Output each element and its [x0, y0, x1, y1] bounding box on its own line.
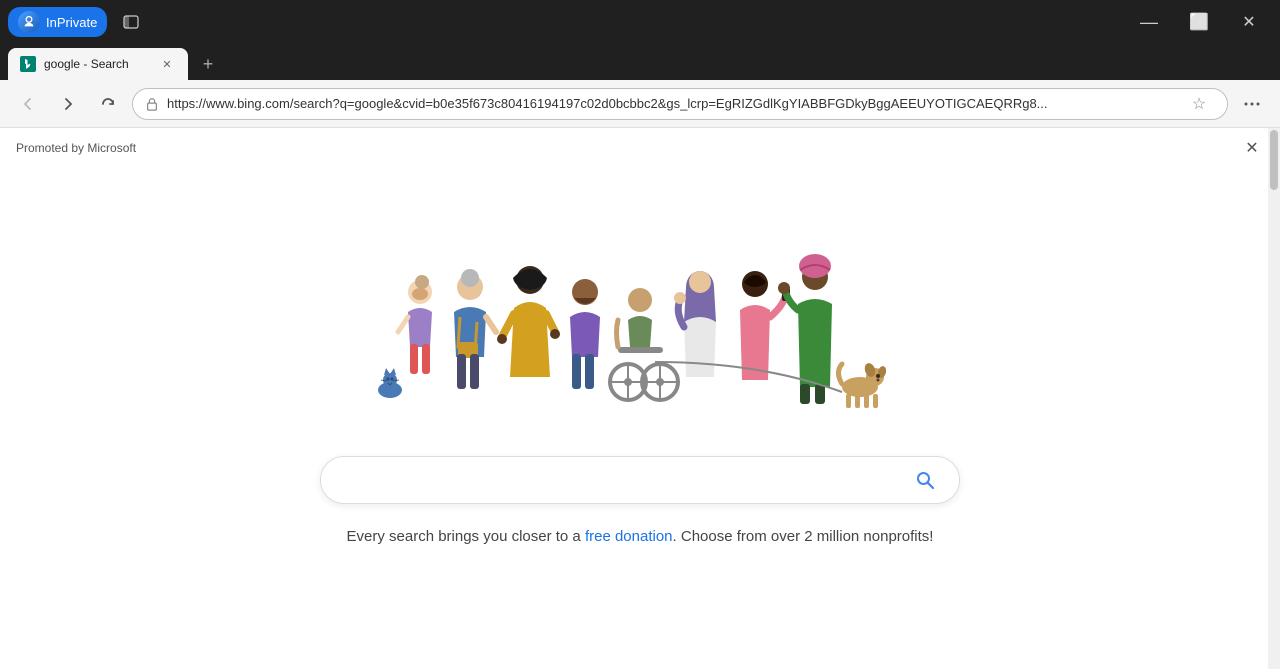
bing-favicon-icon — [20, 56, 36, 72]
favorites-button[interactable]: ☆ — [1183, 88, 1215, 120]
inprivate-label: InPrivate — [46, 15, 97, 30]
address-input[interactable]: https://www.bing.com/search?q=google&cvi… — [132, 88, 1228, 120]
search-button[interactable] — [907, 462, 943, 498]
maximize-button[interactable]: ⬜ — [1176, 6, 1222, 38]
minimize-button[interactable]: — — [1126, 6, 1172, 38]
promo-text: Promoted by Microsoft — [16, 141, 136, 155]
new-tab-button[interactable]: + — [194, 50, 222, 78]
tagline: Every search brings you closer to a free… — [347, 528, 934, 545]
back-icon — [20, 96, 36, 112]
promo-close-button[interactable]: ✕ — [1240, 136, 1264, 160]
search-input[interactable] — [337, 471, 899, 489]
lock-icon — [145, 97, 159, 111]
search-icon — [915, 470, 935, 490]
tab-title: google - Search — [44, 57, 150, 71]
people-svg — [370, 232, 910, 432]
scrollbar[interactable] — [1268, 128, 1280, 669]
browser-window: InPrivate — ⬜ ✕ google - Search ✕ + — [0, 0, 1280, 669]
search-box[interactable] — [320, 456, 960, 504]
forward-icon — [60, 96, 76, 112]
refresh-button[interactable] — [92, 88, 124, 120]
inprivate-badge[interactable]: InPrivate — [8, 7, 107, 37]
more-icon — [1243, 95, 1261, 113]
sidebar-icon — [123, 14, 139, 30]
settings-more-button[interactable] — [1236, 88, 1268, 120]
forward-button[interactable] — [52, 88, 84, 120]
address-bar: https://www.bing.com/search?q=google&cvi… — [0, 80, 1280, 128]
refresh-icon — [100, 96, 116, 112]
promo-bar: Promoted by Microsoft ✕ — [0, 128, 1280, 168]
tagline-after: . Choose from over 2 million nonprofits! — [673, 528, 934, 545]
close-button[interactable]: ✕ — [1226, 6, 1272, 38]
search-box-wrapper — [320, 456, 960, 504]
tagline-before: Every search brings you closer to a — [347, 528, 585, 545]
inprivate-icon — [22, 15, 36, 29]
tagline-link[interactable]: free donation — [585, 528, 673, 545]
people-illustration — [370, 232, 910, 432]
main-content: Every search brings you closer to a free… — [0, 168, 1280, 669]
sidebar-toggle-button[interactable] — [115, 6, 147, 38]
inprivate-avatar — [18, 11, 40, 33]
active-tab[interactable]: google - Search ✕ — [8, 48, 188, 80]
tab-bar: google - Search ✕ + — [0, 44, 1280, 80]
url-text: https://www.bing.com/search?q=google&cvi… — [167, 96, 1175, 111]
title-bar: InPrivate — ⬜ ✕ — [0, 0, 1280, 44]
page-content: Promoted by Microsoft ✕ — [0, 128, 1280, 669]
tab-close-button[interactable]: ✕ — [158, 55, 176, 73]
back-button[interactable] — [12, 88, 44, 120]
scroll-thumb[interactable] — [1270, 130, 1278, 190]
